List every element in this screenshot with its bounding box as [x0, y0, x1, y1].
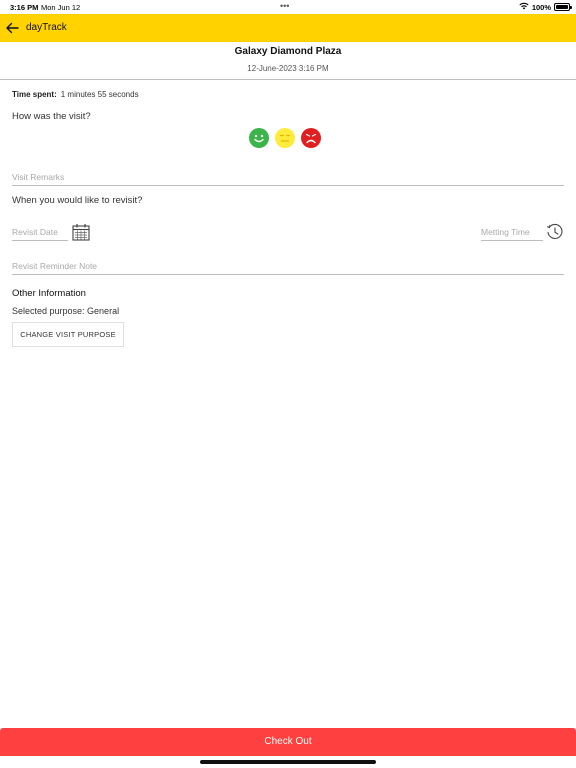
sad-face-icon[interactable]	[301, 128, 321, 148]
place-name: Galaxy Diamond Plaza	[234, 46, 342, 57]
time-spent-label: Time spent:	[12, 90, 57, 99]
status-right: 100%	[519, 2, 572, 12]
calendar-icon	[72, 224, 90, 241]
neutral-face-icon[interactable]	[275, 128, 295, 148]
battery-icon	[554, 3, 572, 11]
meeting-time-input[interactable]: Metting Time	[481, 227, 543, 241]
status-bar: 3:16 PM Mon Jun 12 ••• 100%	[0, 0, 576, 14]
multitasking-dots[interactable]: •••	[280, 1, 289, 11]
wifi-icon	[519, 2, 529, 12]
app-title: dayTrack	[26, 22, 67, 33]
reminder-note-input[interactable]: Revisit Reminder Note	[12, 261, 564, 275]
time-spent: Time spent: 1 minutes 55 seconds	[12, 90, 139, 99]
other-info-title: Other Information	[12, 288, 86, 299]
visit-remarks-input[interactable]: Visit Remarks	[12, 172, 564, 186]
home-indicator[interactable]	[200, 760, 376, 764]
back-button[interactable]	[4, 20, 20, 36]
app-bar: dayTrack	[0, 14, 576, 42]
change-visit-purpose-button[interactable]: CHANGE VISIT PURPOSE	[12, 322, 124, 347]
status-date: Mon Jun 12	[41, 3, 81, 12]
visit-header: Galaxy Diamond Plaza 12-June-2023 3:16 P…	[0, 42, 576, 80]
selected-purpose: Selected purpose: General	[12, 306, 120, 316]
revisit-date-input[interactable]: Revisit Date	[12, 227, 68, 241]
arrow-left-icon	[6, 22, 19, 34]
clock-icon	[546, 223, 563, 239]
visit-datetime: 12-June-2023 3:16 PM	[247, 64, 329, 73]
battery-percent: 100%	[531, 2, 551, 12]
clock-button[interactable]	[546, 223, 564, 246]
rating-options	[249, 128, 321, 148]
revisit-question: When you would like to revisit?	[12, 195, 143, 206]
happy-face-icon[interactable]	[249, 128, 269, 148]
calendar-button[interactable]	[72, 223, 90, 246]
rating-question: How was the visit?	[12, 111, 91, 122]
check-out-button[interactable]: Check Out	[0, 728, 576, 756]
time-spent-value: 1 minutes 55 seconds	[60, 90, 139, 99]
status-time: 3:16 PM	[10, 3, 39, 12]
